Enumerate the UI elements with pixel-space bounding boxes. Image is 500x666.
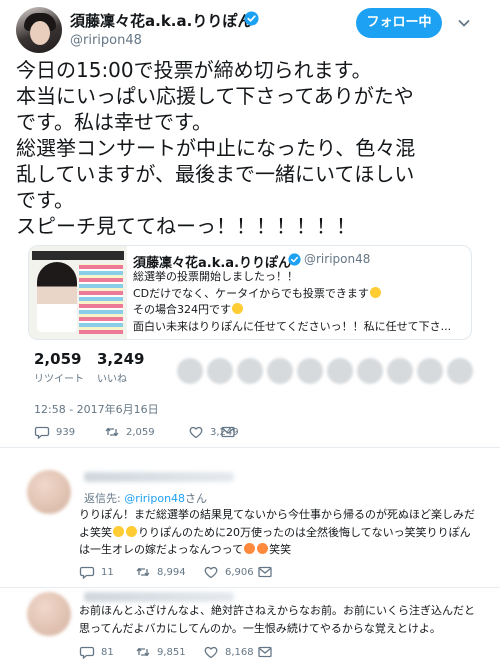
like-count: 8,168	[225, 646, 254, 658]
user-name-redacted	[84, 592, 234, 602]
mention-link[interactable]: @riripon48	[124, 492, 185, 505]
timestamp[interactable]: 12:58 - 2017年6月16日	[34, 401, 159, 417]
retweet-button[interactable]: 8,994	[135, 564, 186, 580]
tweet-text: 今日の15:00で投票が締め切られます。 本当にいっぱい応援して下さってありがた…	[16, 57, 488, 239]
tweet-text-line: 総選挙コンサートが中止になったり、色々混	[16, 136, 416, 160]
quoted-text-line: 総選挙の投票開始しましたっ！！	[133, 270, 298, 283]
follow-button[interactable]: フォロー中	[356, 8, 442, 38]
like-label: いいね	[97, 374, 127, 385]
like-icon	[204, 566, 218, 579]
reply-button[interactable]: 81	[79, 644, 114, 660]
retweet-count: 8,994	[157, 566, 186, 578]
verified-icon	[244, 11, 259, 26]
quoted-tweet-image	[29, 246, 127, 339]
retweet-button[interactable]: 9,851	[135, 644, 186, 660]
like-stat[interactable]: 3,249 いいね	[97, 350, 144, 385]
avatar[interactable]	[27, 470, 71, 514]
quoted-text-line: CDだけでなく、ケータイからでも投票できます	[133, 286, 469, 303]
tweet-text-line: です。	[16, 188, 74, 212]
tweet-text-line: 本当にいっぱい応援して下さってありがたや	[16, 84, 414, 108]
user-name-redacted	[84, 472, 234, 482]
caret-down-icon[interactable]	[456, 15, 472, 31]
retweet-icon	[136, 567, 150, 577]
reply-button[interactable]: 11	[79, 564, 114, 580]
like-button[interactable]: 6,906	[203, 564, 254, 580]
retweet-icon	[136, 647, 150, 657]
avatar[interactable]	[27, 592, 71, 636]
retweet-button[interactable]: 2,059	[104, 424, 155, 440]
message-button[interactable]	[220, 424, 236, 440]
reply-text: りりぽん！まだ総選挙の結果見てないから今仕事から帰るのが死ぬほど楽しみだ よ笑笑…	[79, 506, 495, 559]
emoji	[126, 525, 137, 537]
like-icon	[189, 426, 203, 439]
reply-button[interactable]: 939	[34, 424, 75, 440]
like-button[interactable]: 8,168	[203, 644, 254, 660]
like-count: 6,906	[225, 566, 254, 578]
emoji	[244, 543, 256, 554]
quoted-tweet-text: 総選挙の投票開始しましたっ！！ CDだけでなく、ケータイからでも投票できます そ…	[133, 269, 469, 335]
replying-to: 返信先: @riripon48さん	[84, 492, 208, 505]
reply-text-line: 思ってんだよバカにしてんのか。一生恨み続けてやるからな覚えとけよ。	[79, 621, 441, 635]
reply-count: 11	[101, 566, 114, 578]
like-icon	[204, 646, 218, 659]
retweet-label: リツイート	[34, 374, 84, 385]
emoji	[232, 303, 243, 314]
reply-icon	[34, 426, 50, 440]
reply-tweet[interactable]: 返信先: @riripon48さん りりぽん！まだ総選挙の結果見てないから今仕事…	[0, 460, 500, 588]
message-icon	[221, 426, 235, 438]
tweet-action-bar: 939 2,059 3,249	[34, 424, 474, 442]
quoted-text-line: 面白い未来はりりぽんに任せてくださいっ！！私に任せて下さ...	[133, 319, 452, 333]
emoji	[257, 543, 269, 554]
user-name[interactable]: 須藤凜々花a.k.a.りりぽん	[70, 10, 252, 31]
message-icon	[258, 646, 272, 658]
reply-text-line: よ笑笑 りりぽんのために20万使ったのは全然後悔してないっ笑笑りりぽん	[79, 525, 471, 539]
retweet-count: 2,059	[126, 426, 155, 438]
emoji	[113, 525, 124, 537]
quoted-text-line: その場合324円です	[133, 302, 469, 319]
avatar[interactable]	[16, 7, 62, 53]
verified-icon	[288, 253, 301, 266]
tweet-text-line: 乱していますが、最後まで一緒にいてほしい	[16, 162, 415, 186]
reply-text-line: りりぽん！まだ総選挙の結果見てないから今仕事から帰るのが死ぬほど楽しみだ	[79, 508, 475, 521]
reply-text-line: お前ほんとふざけんなよ、絶対許さねえからなお前。お前にいくら注ぎ込んだと	[79, 604, 475, 617]
reply-tweet[interactable]: お前ほんとふざけんなよ、絶対許さねえからなお前。お前にいくら注ぎ込んだと 思って…	[0, 588, 500, 666]
reply-text: お前ほんとふざけんなよ、絶対許さねえからなお前。お前にいくら注ぎ込んだと 思って…	[79, 602, 495, 637]
message-icon	[258, 566, 272, 578]
reply-text-line: は一生オレの嫁だよっなんつって 笑笑	[79, 543, 292, 556]
reply-icon	[79, 646, 95, 660]
retweet-count: 9,851	[157, 646, 186, 658]
quoted-tweet-card[interactable]: 須藤凜々花a.k.a.りりぽん @riripon48 総選挙の投票開始しましたっ…	[28, 245, 472, 340]
user-handle[interactable]: @riripon48	[70, 33, 142, 48]
main-tweet: 須藤凜々花a.k.a.りりぽん @riripon48 フォロー中 今日の15:0…	[0, 0, 500, 448]
reply-action-bar: 81 9,851 8,168	[79, 644, 479, 662]
reply-action-bar: 11 8,994 6,906	[79, 564, 479, 582]
reply-count: 939	[56, 426, 76, 438]
reply-icon	[79, 566, 95, 580]
retweet-count: 2,059	[34, 350, 82, 368]
retweet-stat[interactable]: 2,059 リツイート	[34, 350, 84, 385]
quoted-user-handle: @riripon48	[304, 252, 371, 266]
retweet-icon	[105, 427, 119, 437]
liker-avatars[interactable]	[177, 358, 477, 384]
tweet-text-line: スピーチ見ててねーっ！！！！！！！	[16, 214, 356, 238]
emoji	[369, 286, 381, 298]
message-button[interactable]	[257, 644, 273, 660]
like-count: 3,249	[97, 350, 145, 368]
reply-count: 81	[101, 646, 114, 658]
tweet-text-line: 今日の15:00で投票が締め切られます。	[16, 58, 372, 82]
message-button[interactable]	[257, 564, 273, 580]
tweet-text-line: です。私は幸せです。	[16, 110, 212, 134]
